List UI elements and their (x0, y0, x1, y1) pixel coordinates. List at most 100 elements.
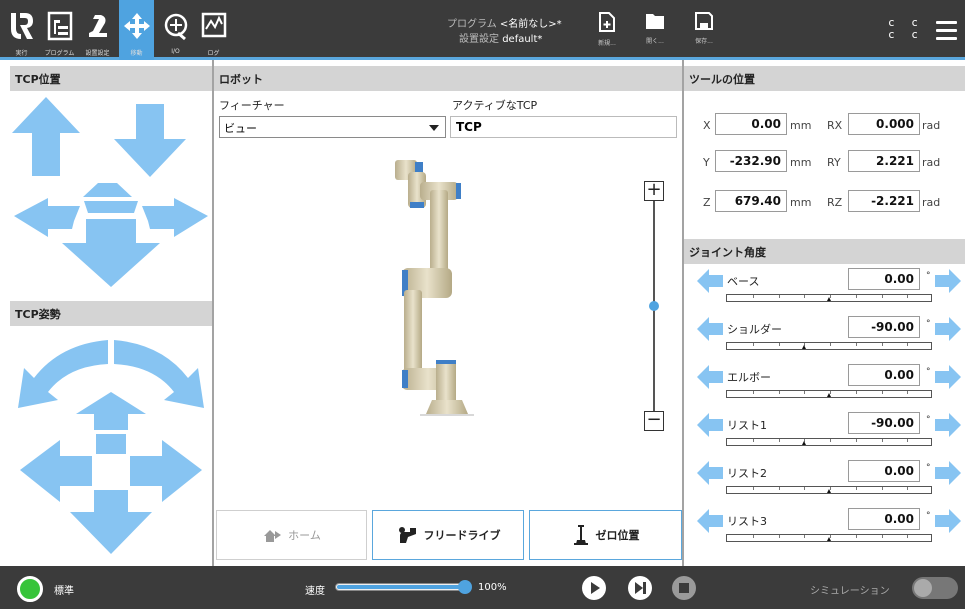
rz-value[interactable]: -2.221 (848, 190, 920, 212)
zoom-slider-handle[interactable] (649, 301, 659, 311)
speed-slider-track[interactable] (335, 583, 470, 591)
joint-value[interactable]: 0.00 (848, 268, 920, 290)
joint-decrease-arrow-icon[interactable] (697, 269, 723, 293)
rz-unit: rad (922, 196, 941, 209)
nav-installation[interactable]: 設置設定 (80, 0, 115, 60)
joint-increase-arrow-icon[interactable] (935, 413, 961, 437)
zoom-in-button[interactable]: + (644, 181, 664, 201)
save-button[interactable]: 保存... (684, 12, 724, 45)
zoom-out-button[interactable]: − (644, 411, 664, 431)
joint-value[interactable]: 0.00 (848, 364, 920, 386)
joint-range-tick (804, 295, 805, 298)
freedrive-hand-icon (398, 527, 416, 543)
step-icon (635, 582, 646, 594)
joint-position-marker (827, 297, 831, 301)
step-button[interactable] (628, 576, 652, 600)
joint-increase-arrow-icon[interactable] (935, 317, 961, 341)
rotate-left-arrow-icon[interactable] (18, 340, 108, 408)
degree-symbol: ° (926, 415, 931, 425)
stop-button[interactable] (672, 576, 696, 600)
degree-symbol: ° (926, 463, 931, 473)
rotate-right-arrow-icon[interactable] (114, 340, 204, 408)
robot-status-button[interactable] (17, 576, 43, 602)
installation-value: default* (502, 34, 543, 45)
robot-3d-view[interactable] (380, 150, 490, 420)
nav-move[interactable]: 移動 (119, 0, 154, 60)
joint-decrease-arrow-icon[interactable] (697, 509, 723, 533)
joint-range-tick (753, 487, 754, 490)
feature-select[interactable]: ビュー (219, 116, 446, 138)
x-value[interactable]: 0.00 (715, 113, 787, 135)
zero-position-icon (573, 525, 588, 545)
nav-io[interactable]: I/O (158, 0, 193, 60)
joint-increase-arrow-icon[interactable] (935, 461, 961, 485)
y-value[interactable]: -232.90 (715, 150, 787, 172)
new-button[interactable]: 新規... (587, 12, 627, 47)
joint-position-marker (802, 345, 806, 349)
nav-program[interactable]: プログラム (42, 0, 77, 60)
tcp-orientation-arrows (18, 340, 204, 554)
joint-value[interactable]: -90.00 (848, 412, 920, 434)
joint-name: リスト1 (727, 419, 767, 432)
simulation-toggle[interactable] (912, 577, 958, 599)
speed-slider-fill (337, 585, 468, 589)
move-left-arrow-icon[interactable] (14, 198, 80, 237)
joint-value[interactable]: 0.00 (848, 508, 920, 530)
rx-value[interactable]: 0.000 (848, 113, 920, 135)
ry-value[interactable]: 2.221 (848, 150, 920, 172)
z-unit: mm (790, 196, 812, 209)
joint-value[interactable]: -90.00 (848, 316, 920, 338)
nav-log[interactable]: ログ (196, 0, 231, 60)
installation-name: 設置設定 default* (459, 30, 542, 45)
home-button[interactable]: ホーム (216, 510, 367, 560)
joint-range-bar (726, 294, 932, 302)
joint-range-tick (907, 295, 908, 298)
rx-label: RX (827, 119, 843, 132)
move-icon (124, 13, 150, 39)
move-forward-arrow-icon[interactable] (83, 183, 132, 197)
joint-value[interactable]: 0.00 (848, 460, 920, 482)
joint-range-tick (753, 343, 754, 346)
joint-increase-arrow-icon[interactable] (935, 269, 961, 293)
move-up-arrow-icon[interactable] (12, 97, 80, 176)
joint-range-tick (882, 535, 883, 538)
simulation-label: シミュレーション (810, 586, 890, 597)
tilt-down-arrow-icon[interactable] (70, 490, 152, 554)
installation-label: 設置設定 (459, 34, 499, 45)
tilt-left-arrow-icon[interactable] (20, 440, 92, 502)
joint-decrease-arrow-icon[interactable] (697, 365, 723, 389)
joint-decrease-arrow-icon[interactable] (697, 317, 723, 341)
active-tcp-field[interactable]: TCP (450, 116, 677, 138)
joint-range-tick (779, 487, 780, 490)
program-value: <名前なし>* (499, 19, 562, 30)
joint-range-tick (830, 439, 831, 442)
speed-slider-handle[interactable] (458, 580, 472, 594)
nav-run[interactable]: 実行 (4, 0, 39, 60)
zero-position-button[interactable]: ゼロ位置 (529, 510, 682, 560)
move-right-arrow-icon[interactable] (142, 198, 208, 237)
active-tcp-label: アクティブなTCP (452, 99, 538, 112)
joint-name: リスト3 (727, 515, 767, 528)
joint-range-tick (907, 343, 908, 346)
io-icon (164, 13, 188, 41)
open-button[interactable]: 開く... (635, 12, 675, 45)
tilt-up-arrow-icon[interactable] (76, 392, 146, 430)
move-down-arrow-icon[interactable] (114, 104, 186, 177)
joint-increase-arrow-icon[interactable] (935, 365, 961, 389)
move-back-arrow-icon[interactable] (62, 219, 160, 287)
freedrive-button[interactable]: フリードライブ (372, 510, 524, 560)
joint-decrease-arrow-icon[interactable] (697, 413, 723, 437)
joint-decrease-arrow-icon[interactable] (697, 461, 723, 485)
joint-increase-arrow-icon[interactable] (935, 509, 961, 533)
play-button[interactable] (582, 576, 606, 600)
joint-range-tick (804, 487, 805, 490)
robot-header: ロボット (214, 66, 682, 91)
joint-range-tick (804, 535, 805, 538)
z-value[interactable]: 679.40 (715, 190, 787, 212)
hamburger-menu-icon[interactable] (936, 21, 957, 45)
status-label: 標準 (54, 586, 74, 597)
z-label: Z (703, 196, 711, 209)
program-name: プログラム <名前なし>* (447, 15, 562, 30)
tilt-right-arrow-icon[interactable] (130, 440, 202, 502)
joint-range-tick (779, 535, 780, 538)
